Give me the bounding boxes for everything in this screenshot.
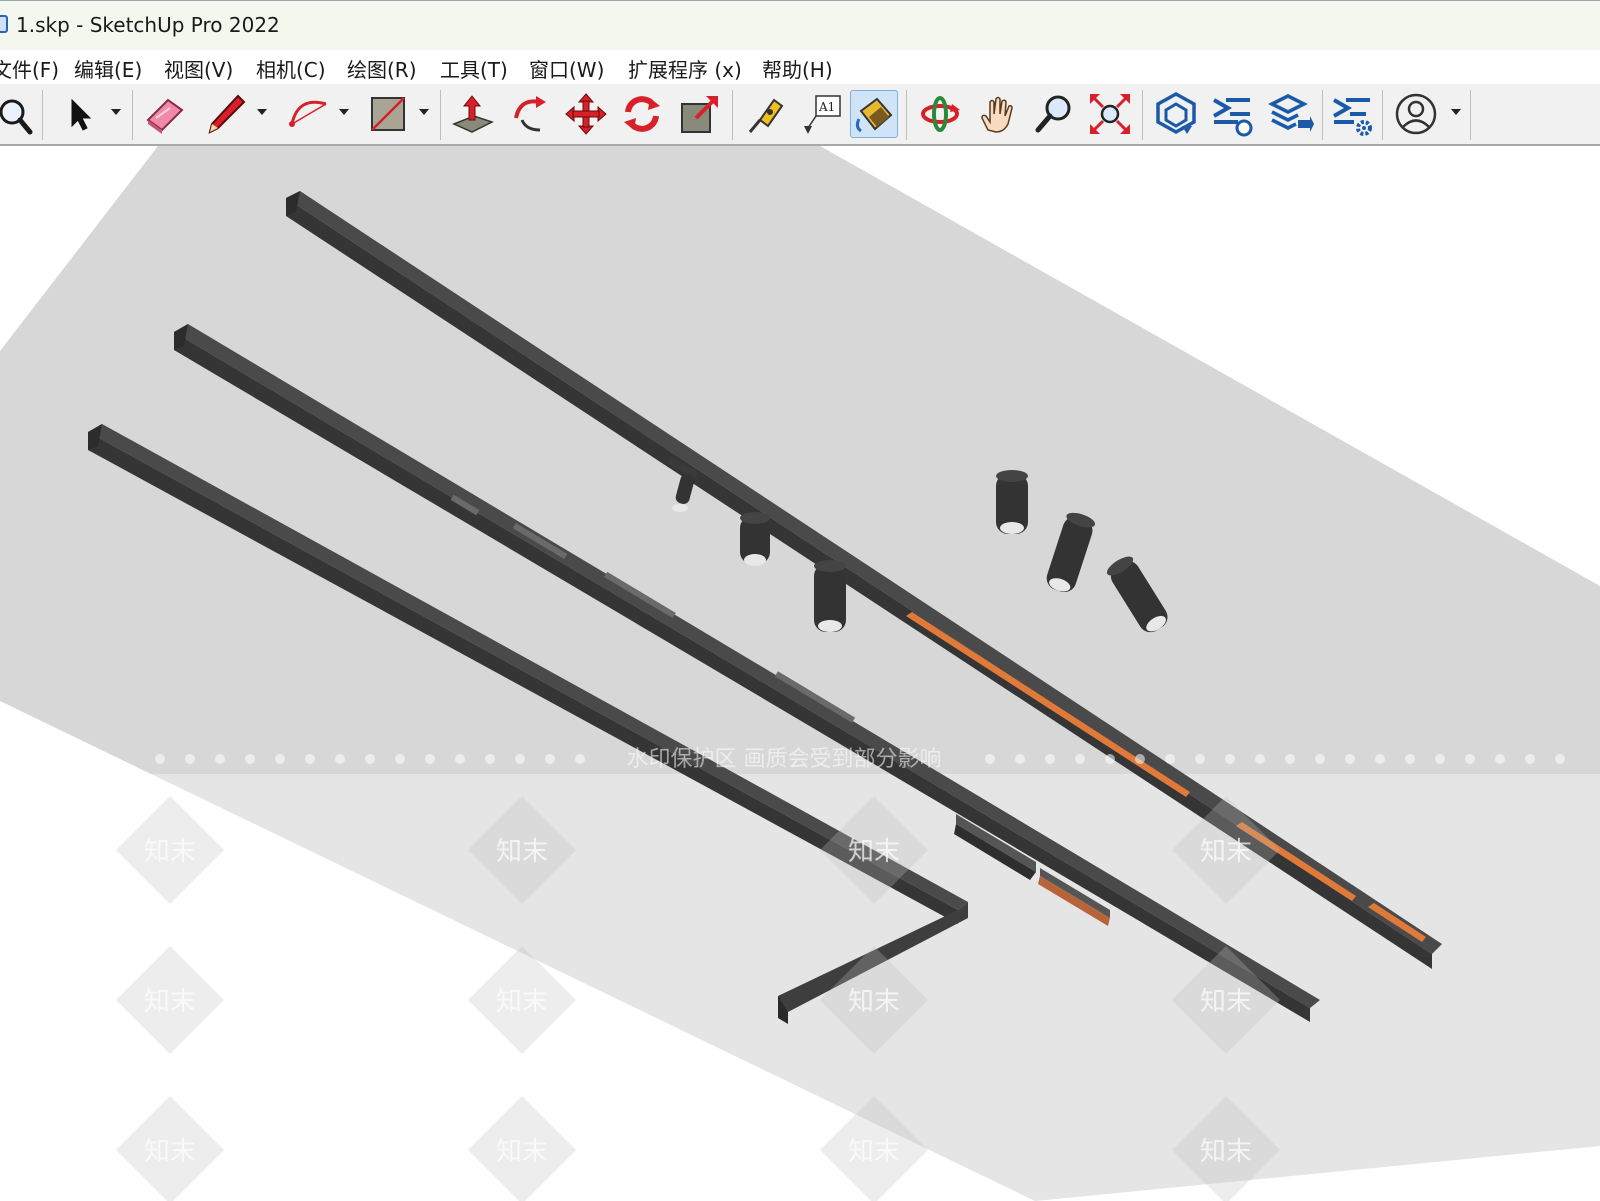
toolbar-separator (1322, 90, 1323, 140)
toolbar-separator (1382, 90, 1383, 140)
menu-draw[interactable]: 绘图(R) (347, 54, 417, 83)
spotlight-fixture[interactable] (814, 560, 846, 632)
eraser-icon[interactable] (140, 90, 188, 138)
arc-icon[interactable] (284, 90, 332, 138)
title-bar: 1.skp - SketchUp Pro 2022 (0, 0, 1600, 50)
follow-me-icon[interactable] (506, 90, 554, 138)
main-toolbar: A1 (0, 84, 1600, 146)
toolbar-separator (42, 90, 43, 140)
extension-manager-icon[interactable] (1328, 90, 1376, 138)
watermark-tile-label: 知末 (496, 987, 548, 1017)
select-dropdown-chevron-icon[interactable] (110, 106, 122, 118)
arc-dropdown-chevron-icon[interactable] (338, 106, 350, 118)
rectangle-dropdown-chevron-icon[interactable] (418, 106, 430, 118)
zoom-icon[interactable] (1030, 90, 1078, 138)
menu-camera[interactable]: 相机(C) (256, 54, 326, 83)
sketchup-app-icon (0, 15, 8, 33)
menu-extensions[interactable]: 扩展程序 (x) (628, 54, 742, 83)
menu-bar: 文件(F) 编辑(E) 视图(V) 相机(C) 绘图(R) 工具(T) 窗口(W… (0, 50, 1600, 84)
pencil-icon[interactable] (202, 90, 250, 138)
watermark-tile-label: 知末 (848, 1137, 900, 1167)
paint-bucket-icon[interactable] (850, 90, 898, 138)
select-icon[interactable] (54, 90, 102, 138)
3d-scene[interactable]: 水印保护区 画质会受到部分影响 知末 知末 知末 知末 知末 知末 知末 知末 … (0, 146, 1600, 1201)
account-dropdown-chevron-icon[interactable] (1450, 106, 1462, 118)
toolbar-separator (1470, 90, 1471, 140)
pencil-dropdown-chevron-icon[interactable] (256, 106, 268, 118)
warehouse-icon[interactable] (1152, 90, 1200, 138)
watermark-tile-label: 知末 (1200, 837, 1252, 867)
menu-tools[interactable]: 工具(T) (440, 54, 508, 83)
spotlight-fixture[interactable] (740, 512, 770, 566)
window-title: 1.skp - SketchUp Pro 2022 (16, 13, 280, 37)
move-icon[interactable] (562, 90, 610, 138)
layers-send-icon[interactable] (1266, 90, 1314, 138)
toolbar-separator (732, 90, 733, 140)
menu-file[interactable]: 文件(F) (0, 54, 59, 83)
tape-measure-icon[interactable] (740, 90, 788, 138)
watermark-tile-label: 知末 (496, 1137, 548, 1167)
rotate-icon[interactable] (618, 90, 666, 138)
watermark-tile-label: 知末 (1200, 987, 1252, 1017)
account-icon[interactable] (1392, 90, 1440, 138)
extension-warehouse-icon[interactable] (1208, 90, 1256, 138)
text-label-icon[interactable]: A1 (798, 90, 846, 138)
menu-view[interactable]: 视图(V) (164, 54, 233, 83)
toolbar-separator (1142, 90, 1143, 140)
spotlight-fixture[interactable] (996, 470, 1028, 534)
menu-edit[interactable]: 编辑(E) (74, 54, 142, 83)
rectangle-icon[interactable] (364, 90, 412, 138)
svg-text:A1: A1 (818, 100, 835, 114)
watermark-tile-label: 知末 (496, 837, 548, 867)
toolbar-separator (132, 90, 133, 140)
watermark-tile-label: 知末 (848, 837, 900, 867)
watermark-tile-label: 知末 (144, 987, 196, 1017)
menu-window[interactable]: 窗口(W) (529, 54, 604, 83)
model-viewport[interactable]: 水印保护区 画质会受到部分影响 知末 知末 知末 知末 知末 知末 知末 知末 … (0, 146, 1600, 1201)
watermark-banner-text: 水印保护区 画质会受到部分影响 (627, 747, 942, 772)
zoom-extents-arrows-icon[interactable] (1086, 90, 1134, 138)
watermark-tile-label: 知末 (848, 987, 900, 1017)
scale-icon[interactable] (676, 90, 724, 138)
toolbar-separator (440, 90, 441, 140)
pan-hand-icon[interactable] (974, 90, 1022, 138)
watermark-tile-label: 知末 (144, 837, 196, 867)
toolbar-separator (906, 90, 907, 140)
watermark-tile-label: 知末 (1200, 1137, 1252, 1167)
menu-help[interactable]: 帮助(H) (762, 54, 833, 83)
zoom-extents-icon[interactable] (0, 90, 34, 138)
watermark-tile-label: 知末 (144, 1137, 196, 1167)
push-pull-icon[interactable] (448, 90, 496, 138)
orbit-icon[interactable] (916, 90, 964, 138)
